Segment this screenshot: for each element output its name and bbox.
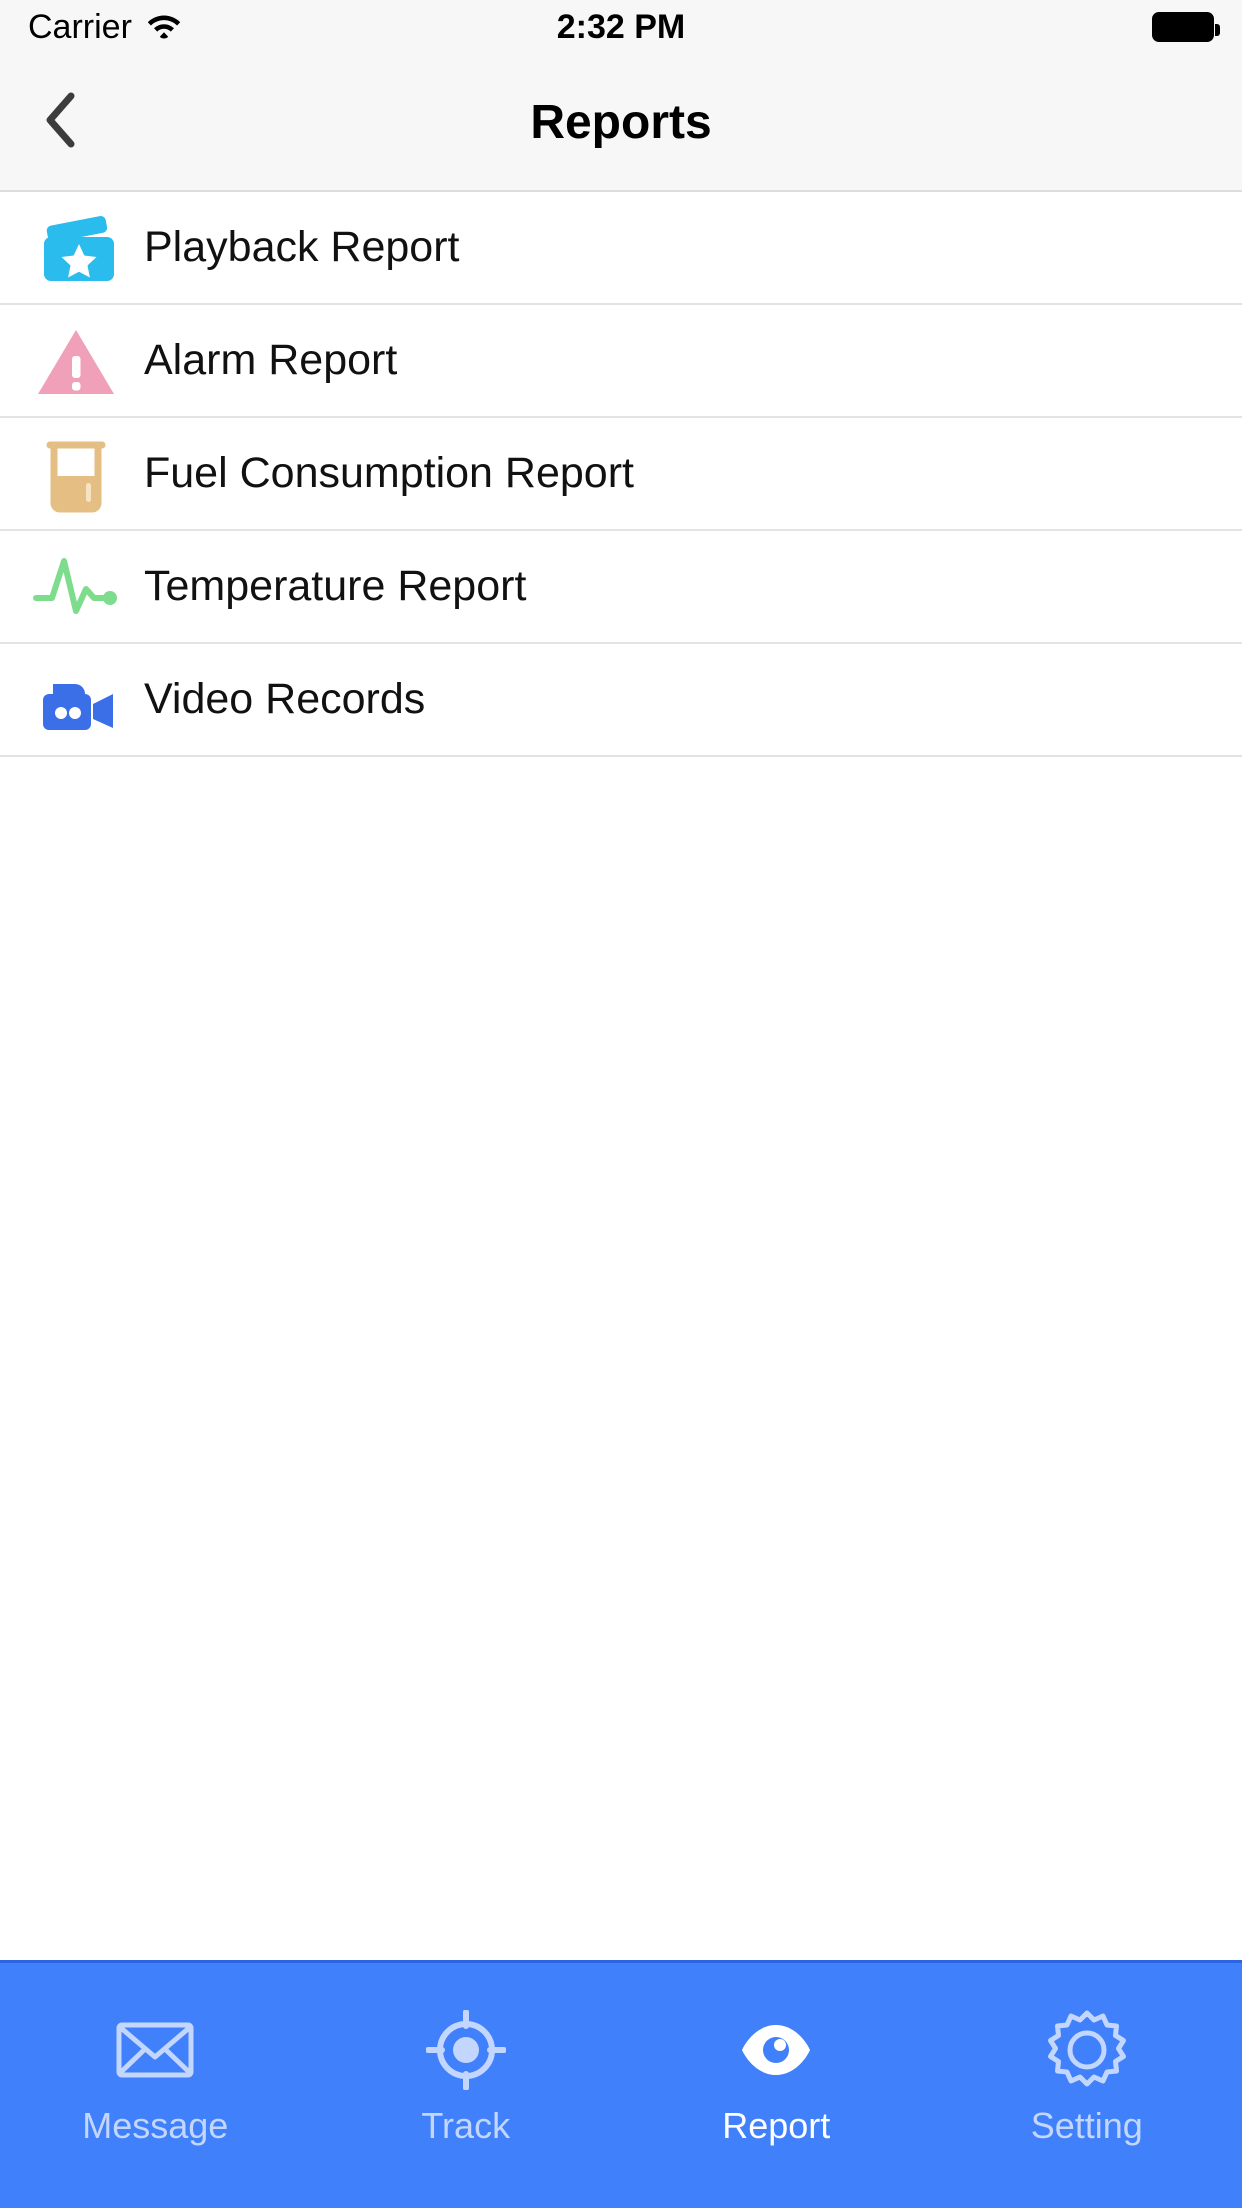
- battery-full-icon: [1152, 12, 1220, 42]
- tab-message[interactable]: Message: [0, 1963, 311, 2208]
- eye-icon: [736, 2011, 816, 2089]
- list-item-label: Playback Report: [144, 223, 460, 271]
- app-screen: Carrier 2:32 PM Reports Playback Report …: [0, 0, 1242, 2208]
- gear-icon: [1047, 2010, 1127, 2089]
- list-item-playback-report[interactable]: Playback Report: [0, 192, 1242, 305]
- tab-track[interactable]: Track: [311, 1963, 622, 2208]
- tab-label: Track: [421, 2104, 511, 2146]
- pulse-wave-icon: [20, 551, 132, 623]
- status-bar: Carrier 2:32 PM: [0, 0, 1242, 54]
- envelope-icon: [115, 2011, 195, 2089]
- tab-label: Message: [82, 2104, 229, 2146]
- reports-list: Playback Report Alarm Report Fuel Consum…: [0, 192, 1242, 1960]
- fuel-beaker-icon: [20, 435, 132, 513]
- bottom-tab-bar: Message Track Report Setting: [0, 1960, 1242, 2208]
- wifi-icon: [146, 11, 182, 44]
- carrier-label: Carrier: [28, 7, 132, 46]
- tab-label: Setting: [1030, 2104, 1143, 2146]
- video-camera-icon: [20, 664, 132, 736]
- list-item-label: Video Records: [144, 675, 426, 723]
- page-title: Reports: [530, 95, 712, 149]
- list-item-label: Alarm Report: [144, 336, 398, 384]
- tab-setting[interactable]: Setting: [932, 1963, 1242, 2208]
- tab-report[interactable]: Report: [621, 1963, 932, 2208]
- chevron-left-icon: [43, 91, 77, 154]
- status-bar-left: Carrier: [28, 8, 182, 47]
- warning-triangle-icon: [20, 324, 132, 398]
- navigation-bar: Reports: [0, 54, 1242, 192]
- list-item-label: Fuel Consumption Report: [144, 449, 634, 497]
- clock-label: 2:32 PM: [556, 7, 686, 46]
- list-item-video-records[interactable]: Video Records: [0, 644, 1242, 757]
- status-bar-right: [1152, 12, 1220, 42]
- list-item-alarm-report[interactable]: Alarm Report: [0, 305, 1242, 418]
- tab-label: Report: [722, 2104, 831, 2146]
- list-item-temperature-report[interactable]: Temperature Report: [0, 531, 1242, 644]
- list-item-fuel-consumption-report[interactable]: Fuel Consumption Report: [0, 418, 1242, 531]
- back-button[interactable]: [0, 54, 120, 190]
- clapperboard-star-icon: [20, 211, 132, 285]
- list-item-label: Temperature Report: [144, 562, 527, 610]
- crosshair-icon: [425, 2009, 506, 2090]
